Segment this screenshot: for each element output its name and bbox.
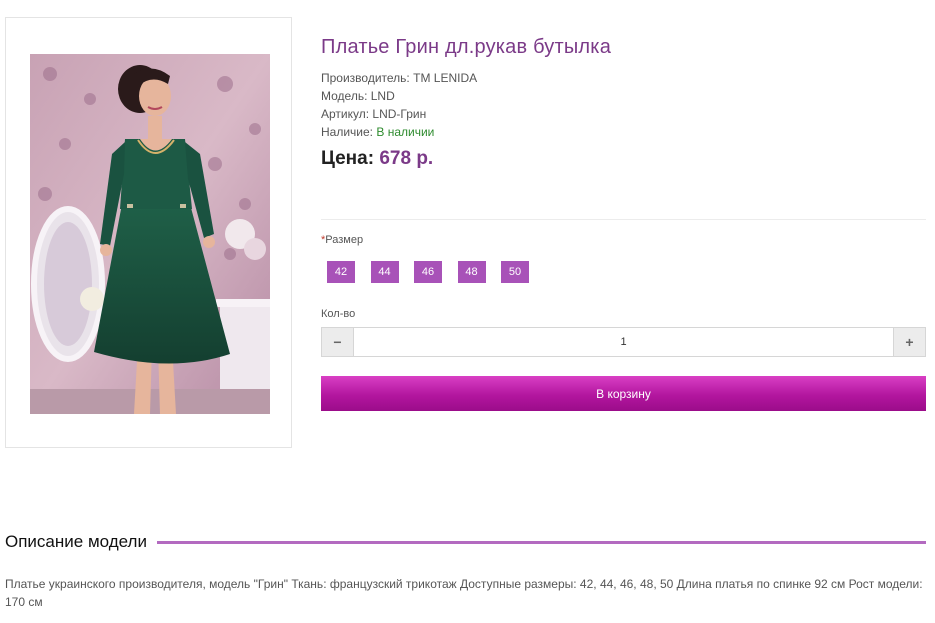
availability-status: В наличии (376, 125, 435, 139)
sku-value: LND-Грин (372, 107, 427, 121)
size-options: 42 44 46 48 50 (327, 261, 545, 283)
size-label-text: Размер (325, 234, 364, 246)
size-option-42[interactable]: 42 (327, 261, 355, 283)
size-option-48[interactable]: 48 (457, 261, 486, 283)
availability-label: Наличие: (321, 125, 374, 139)
availability-row: Наличие: В наличии (321, 123, 477, 141)
size-option-46[interactable]: 46 (414, 261, 442, 283)
quantity-increase-button[interactable]: + (894, 328, 925, 356)
model-row: Модель: LND (321, 87, 477, 105)
description-text: Платье украинского производителя, модель… (5, 577, 923, 609)
quantity-stepper: − + (321, 327, 926, 357)
product-page: Платье Грин дл.рукав бутылка Производите… (0, 0, 935, 623)
quantity-decrease-button[interactable]: − (322, 328, 353, 356)
price: Цена: 678 р. (321, 148, 433, 170)
plus-icon: + (905, 334, 914, 350)
size-label: *Размер (321, 234, 363, 246)
divider (321, 219, 926, 220)
model-label: Модель: (321, 89, 368, 103)
product-photo[interactable] (30, 54, 270, 414)
model-value: LND (370, 89, 395, 103)
quantity-label: Кол-во (321, 308, 356, 320)
product-meta: Производитель: TM LENIDA Модель: LND Арт… (321, 69, 477, 141)
price-label: Цена: (321, 148, 375, 169)
size-option-50[interactable]: 50 (501, 261, 529, 283)
description-title: Описание модели (5, 532, 147, 551)
description-heading: Описание модели (5, 530, 926, 554)
size-option-44[interactable]: 44 (370, 261, 399, 283)
manufacturer-row: Производитель: TM LENIDA (321, 69, 477, 87)
manufacturer-label: Производитель: (321, 71, 410, 85)
product-image-frame[interactable] (5, 17, 292, 448)
add-to-cart-button[interactable]: В корзину (321, 376, 926, 411)
heading-underline (156, 540, 926, 544)
quantity-input[interactable] (353, 328, 894, 356)
manufacturer-value[interactable]: TM LENIDA (413, 71, 477, 85)
minus-icon: − (333, 334, 342, 350)
sku-label: Артикул: (321, 107, 370, 121)
product-title: Платье Грин дл.рукав бутылка (321, 36, 612, 58)
price-value: 678 р. (379, 148, 434, 169)
sku-row: Артикул: LND-Грин (321, 105, 477, 123)
